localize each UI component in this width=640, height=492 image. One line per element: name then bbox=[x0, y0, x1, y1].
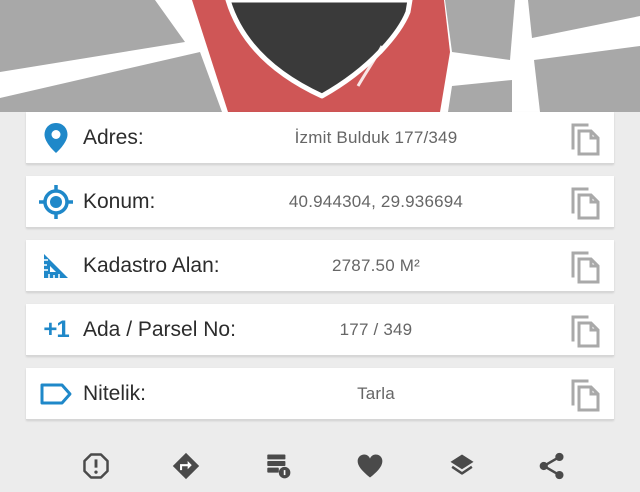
info-row-location: Konum: 40.944304, 29.936694 bbox=[26, 176, 614, 228]
favorite-button[interactable] bbox=[350, 452, 390, 492]
report-button[interactable] bbox=[76, 452, 116, 492]
quality-label: Nitelik: bbox=[83, 382, 147, 405]
copy-parcel-button[interactable] bbox=[566, 312, 604, 350]
map-view[interactable] bbox=[0, 0, 640, 112]
info-row-address: Adres: İzmit Bulduk 177/349 bbox=[26, 112, 614, 164]
address-value: İzmit Bulduk 177/349 bbox=[294, 128, 458, 147]
map-tiles bbox=[0, 0, 640, 112]
info-database-icon bbox=[267, 454, 291, 479]
directions-icon bbox=[172, 452, 200, 480]
share-button[interactable] bbox=[532, 452, 572, 492]
block-parcel-value: 177 / 349 bbox=[339, 320, 413, 339]
copy-area-button[interactable] bbox=[566, 248, 604, 286]
ruler-triangle-icon bbox=[38, 248, 74, 284]
copy-icon bbox=[571, 315, 600, 348]
copy-quality-button[interactable] bbox=[566, 376, 604, 414]
info-row-quality: Nitelik: Tarla bbox=[26, 368, 614, 420]
share-icon bbox=[539, 452, 564, 480]
info-row-cadastral-area: Kadastro Alan: 2787.50 M² bbox=[26, 240, 614, 292]
copy-icon bbox=[571, 379, 600, 412]
cadastral-area-value: 2787.50 M² bbox=[332, 256, 420, 275]
crosshair-target-icon bbox=[38, 184, 74, 220]
plus-one-icon: +1 bbox=[38, 312, 74, 348]
location-label: Konum: bbox=[83, 190, 156, 213]
report-alert-icon bbox=[83, 453, 109, 479]
favorite-heart-icon bbox=[357, 454, 383, 478]
layers-icon bbox=[450, 454, 474, 475]
location-pin-icon bbox=[38, 120, 74, 156]
info-database-button[interactable] bbox=[258, 452, 298, 492]
copy-icon bbox=[571, 251, 600, 284]
plus-one-text: +1 bbox=[43, 316, 69, 343]
copy-location-button[interactable] bbox=[566, 184, 604, 222]
block-parcel-label: Ada / Parsel No: bbox=[83, 318, 236, 341]
label-tag-icon bbox=[38, 376, 74, 412]
address-label: Adres: bbox=[83, 126, 144, 149]
quality-value: Tarla bbox=[357, 384, 395, 403]
cadastral-area-label: Kadastro Alan: bbox=[83, 254, 220, 277]
bottom-toolbar bbox=[0, 440, 640, 480]
copy-icon bbox=[571, 123, 600, 156]
copy-address-button[interactable] bbox=[566, 120, 604, 158]
info-row-block-parcel: +1 Ada / Parsel No: 177 / 349 bbox=[26, 304, 614, 356]
location-value: 40.944304, 29.936694 bbox=[288, 192, 464, 211]
copy-icon bbox=[571, 187, 600, 220]
layers-button[interactable] bbox=[442, 452, 482, 492]
directions-button[interactable] bbox=[166, 452, 206, 492]
